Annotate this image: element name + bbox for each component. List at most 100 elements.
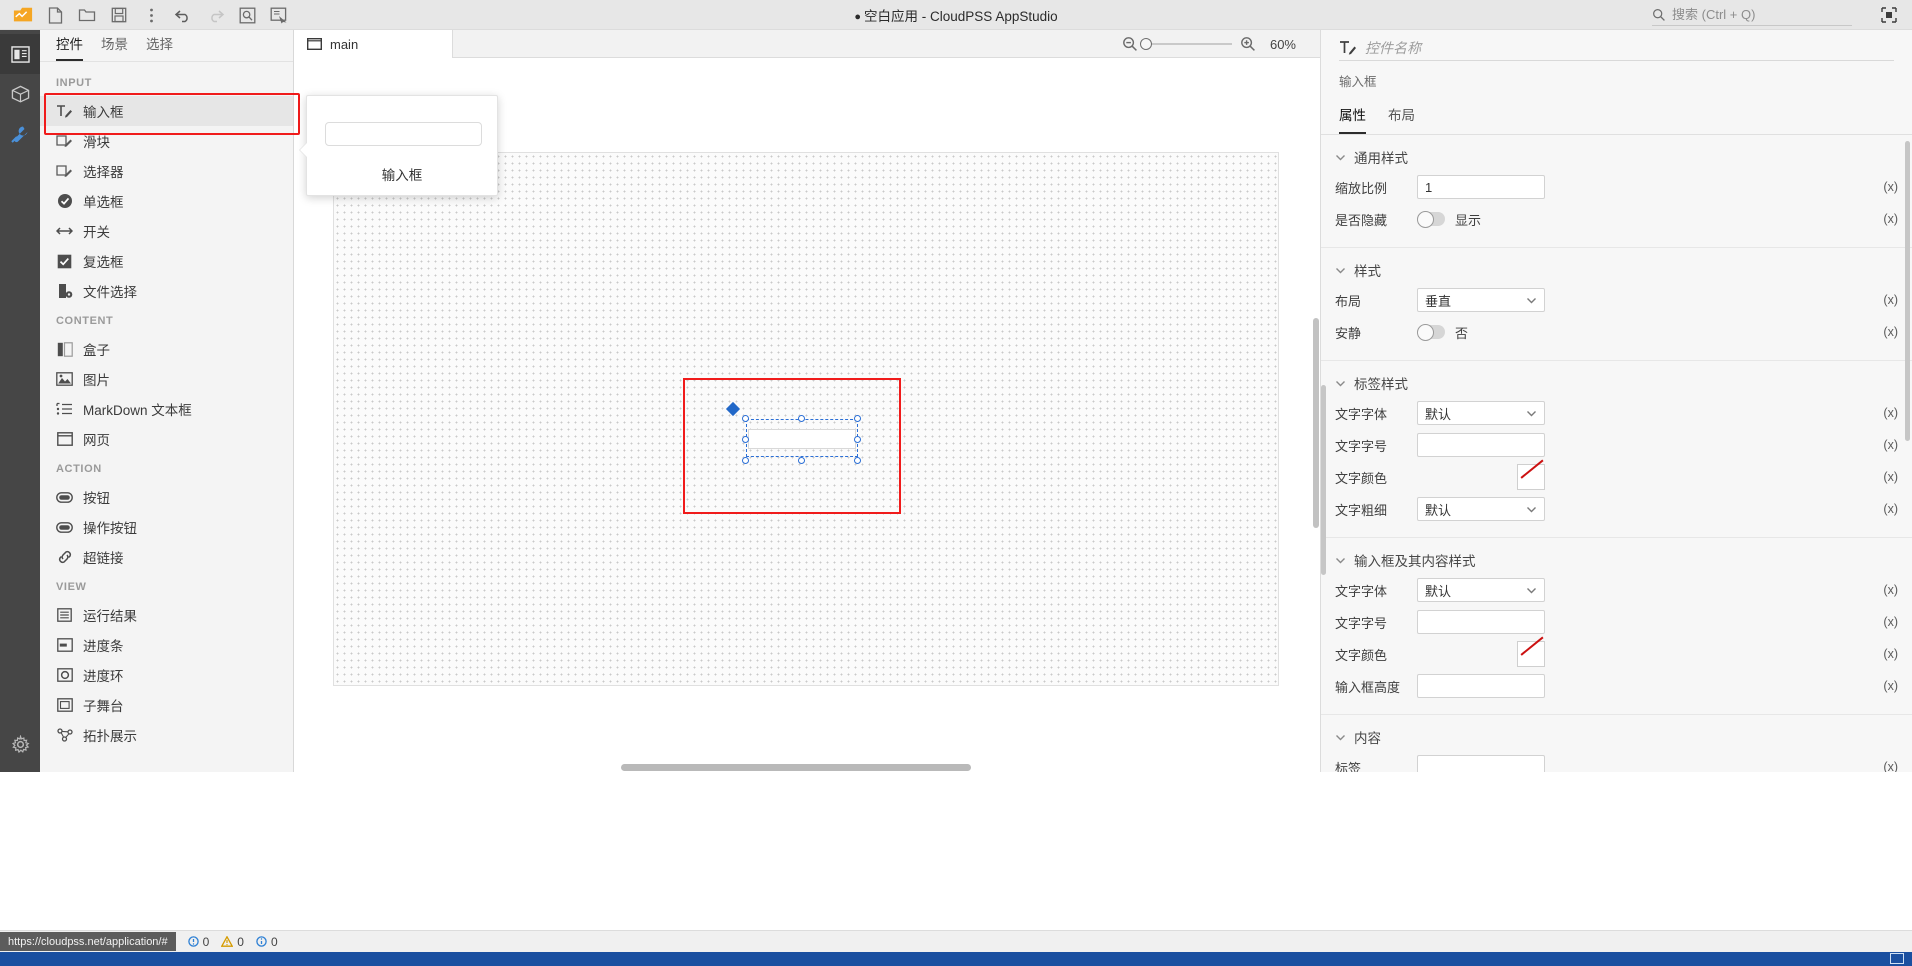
label-color-swatch[interactable] xyxy=(1517,464,1545,490)
component-item-switch[interactable]: 开关 xyxy=(40,216,293,246)
tab-layout[interactable]: 布局 xyxy=(1388,104,1415,134)
input-color-swatch[interactable] xyxy=(1517,641,1545,667)
search-input[interactable] xyxy=(1672,7,1832,22)
widget-name-input[interactable] xyxy=(1365,40,1894,56)
zoom-slider[interactable] xyxy=(1140,38,1232,50)
tab-controls[interactable]: 控件 xyxy=(56,33,83,61)
widget-name-row[interactable] xyxy=(1339,40,1894,61)
activity-item-tools[interactable] xyxy=(0,114,40,154)
component-item-progress-bar[interactable]: 进度条 xyxy=(40,630,293,660)
tab-selection[interactable]: 选择 xyxy=(146,33,173,61)
canvas-horizontal-scroll-track[interactable] xyxy=(295,762,1306,771)
component-item-button[interactable]: 按钮 xyxy=(40,482,293,512)
component-item-text-input[interactable]: 输入框 xyxy=(40,96,293,126)
properties-body[interactable]: 通用样式 缩放比例 (x) 是否隐藏 显示 (x) xyxy=(1321,135,1912,772)
canvas-viewport[interactable]: 输入框 xyxy=(295,58,1320,772)
status-warning-count[interactable]: 0 xyxy=(221,935,244,949)
resize-handle-w[interactable] xyxy=(742,436,749,443)
canvas-horizontal-scrollbar[interactable] xyxy=(295,760,1320,771)
component-item-sub-stage[interactable]: 子舞台 xyxy=(40,690,293,720)
new-file-button[interactable] xyxy=(40,2,70,28)
content-label-input[interactable] xyxy=(1417,755,1545,772)
input-height-input[interactable] xyxy=(1417,674,1545,698)
properties-scrollbar[interactable] xyxy=(1905,141,1910,741)
layout-select[interactable]: 垂直 xyxy=(1417,288,1545,312)
expression-toggle[interactable]: (x) xyxy=(1870,325,1898,339)
activity-item-layout[interactable] xyxy=(0,34,40,74)
component-item-hyperlink[interactable]: 超链接 xyxy=(40,542,293,572)
component-item-slider[interactable]: 滑块 xyxy=(40,126,293,156)
hidden-toggle[interactable] xyxy=(1417,211,1445,228)
tab-properties[interactable]: 属性 xyxy=(1339,104,1366,134)
redo-button[interactable] xyxy=(200,2,230,28)
component-item-progress-ring[interactable]: 进度环 xyxy=(40,660,293,690)
status-info-count[interactable]: 0 xyxy=(256,935,278,949)
app-logo[interactable] xyxy=(8,2,38,28)
expression-toggle[interactable]: (x) xyxy=(1870,180,1898,194)
component-item-box[interactable]: 盒子 xyxy=(40,334,293,364)
expression-toggle[interactable]: (x) xyxy=(1870,502,1898,516)
component-item-image[interactable]: 图片 xyxy=(40,364,293,394)
expression-toggle[interactable]: (x) xyxy=(1870,679,1898,693)
component-item-markdown[interactable]: MarkDown 文本框 xyxy=(40,394,293,424)
section-header[interactable]: 标签样式 xyxy=(1321,367,1912,399)
component-item-result[interactable]: 运行结果 xyxy=(40,600,293,630)
component-item-webpage[interactable]: 网页 xyxy=(40,424,293,454)
more-menu-button[interactable] xyxy=(136,2,166,28)
activity-item-settings[interactable] xyxy=(0,724,40,764)
resize-handle-ne[interactable] xyxy=(854,415,861,422)
preview-button[interactable] xyxy=(232,2,262,28)
properties-scroll-thumb[interactable] xyxy=(1905,141,1910,441)
zoom-out-icon[interactable] xyxy=(1122,36,1138,52)
component-item-topology[interactable]: 拓扑展示 xyxy=(40,720,293,750)
canvas-vertical-scroll-thumb[interactable] xyxy=(1313,318,1319,528)
resize-handle-se[interactable] xyxy=(854,457,861,464)
expression-toggle[interactable]: (x) xyxy=(1870,293,1898,307)
resize-handle-n[interactable] xyxy=(798,415,805,422)
taskbar-window-icon[interactable] xyxy=(1890,953,1904,964)
expression-toggle[interactable]: (x) xyxy=(1870,647,1898,661)
label-weight-select[interactable]: 默认 xyxy=(1417,497,1545,521)
expression-toggle[interactable]: (x) xyxy=(1870,760,1898,772)
canvas-vertical-scrollbar[interactable] xyxy=(1312,86,1320,760)
save-file-button[interactable] xyxy=(104,2,134,28)
scale-input[interactable] xyxy=(1417,175,1545,199)
section-header[interactable]: 内容 xyxy=(1321,721,1912,753)
component-item-radio[interactable]: 单选框 xyxy=(40,186,293,216)
expression-toggle[interactable]: (x) xyxy=(1870,212,1898,226)
resize-handle-nw[interactable] xyxy=(742,415,749,422)
expression-toggle[interactable]: (x) xyxy=(1870,615,1898,629)
expression-toggle[interactable]: (x) xyxy=(1870,470,1898,484)
section-header[interactable]: 样式 xyxy=(1321,254,1912,286)
tab-scenes[interactable]: 场景 xyxy=(101,33,128,61)
label-font-size-input[interactable] xyxy=(1417,433,1545,457)
run-button[interactable] xyxy=(264,2,294,28)
zoom-slider-knob[interactable] xyxy=(1140,38,1152,50)
expression-toggle[interactable]: (x) xyxy=(1870,406,1898,420)
zoom-in-icon[interactable] xyxy=(1240,36,1256,52)
input-font-select[interactable]: 默认 xyxy=(1417,578,1545,602)
section-header[interactable]: 通用样式 xyxy=(1321,141,1912,173)
section-header[interactable]: 输入框及其内容样式 xyxy=(1321,544,1912,576)
panel-resize-handle[interactable] xyxy=(1321,385,1326,575)
activity-item-package[interactable] xyxy=(0,74,40,114)
label-font-select[interactable]: 默认 xyxy=(1417,401,1545,425)
expression-toggle[interactable]: (x) xyxy=(1870,583,1898,597)
open-file-button[interactable] xyxy=(72,2,102,28)
component-item-file-picker[interactable]: 文件选择 xyxy=(40,276,293,306)
resize-handle-s[interactable] xyxy=(798,457,805,464)
input-font-size-input[interactable] xyxy=(1417,610,1545,634)
status-error-count[interactable]: 0 xyxy=(187,935,209,949)
resize-handle-sw[interactable] xyxy=(742,457,749,464)
component-item-checkbox[interactable]: 复选框 xyxy=(40,246,293,276)
global-search[interactable] xyxy=(1652,4,1852,26)
component-item-picker[interactable]: 选择器 xyxy=(40,156,293,186)
canvas-horizontal-scroll-thumb[interactable] xyxy=(621,764,971,771)
restore-window-icon[interactable] xyxy=(1880,6,1898,24)
expression-toggle[interactable]: (x) xyxy=(1870,438,1898,452)
document-tab-main[interactable]: main xyxy=(295,30,453,58)
undo-button[interactable] xyxy=(168,2,198,28)
component-item-action-button[interactable]: 操作按钮 xyxy=(40,512,293,542)
quiet-toggle[interactable] xyxy=(1417,324,1445,341)
resize-handle-e[interactable] xyxy=(854,436,861,443)
